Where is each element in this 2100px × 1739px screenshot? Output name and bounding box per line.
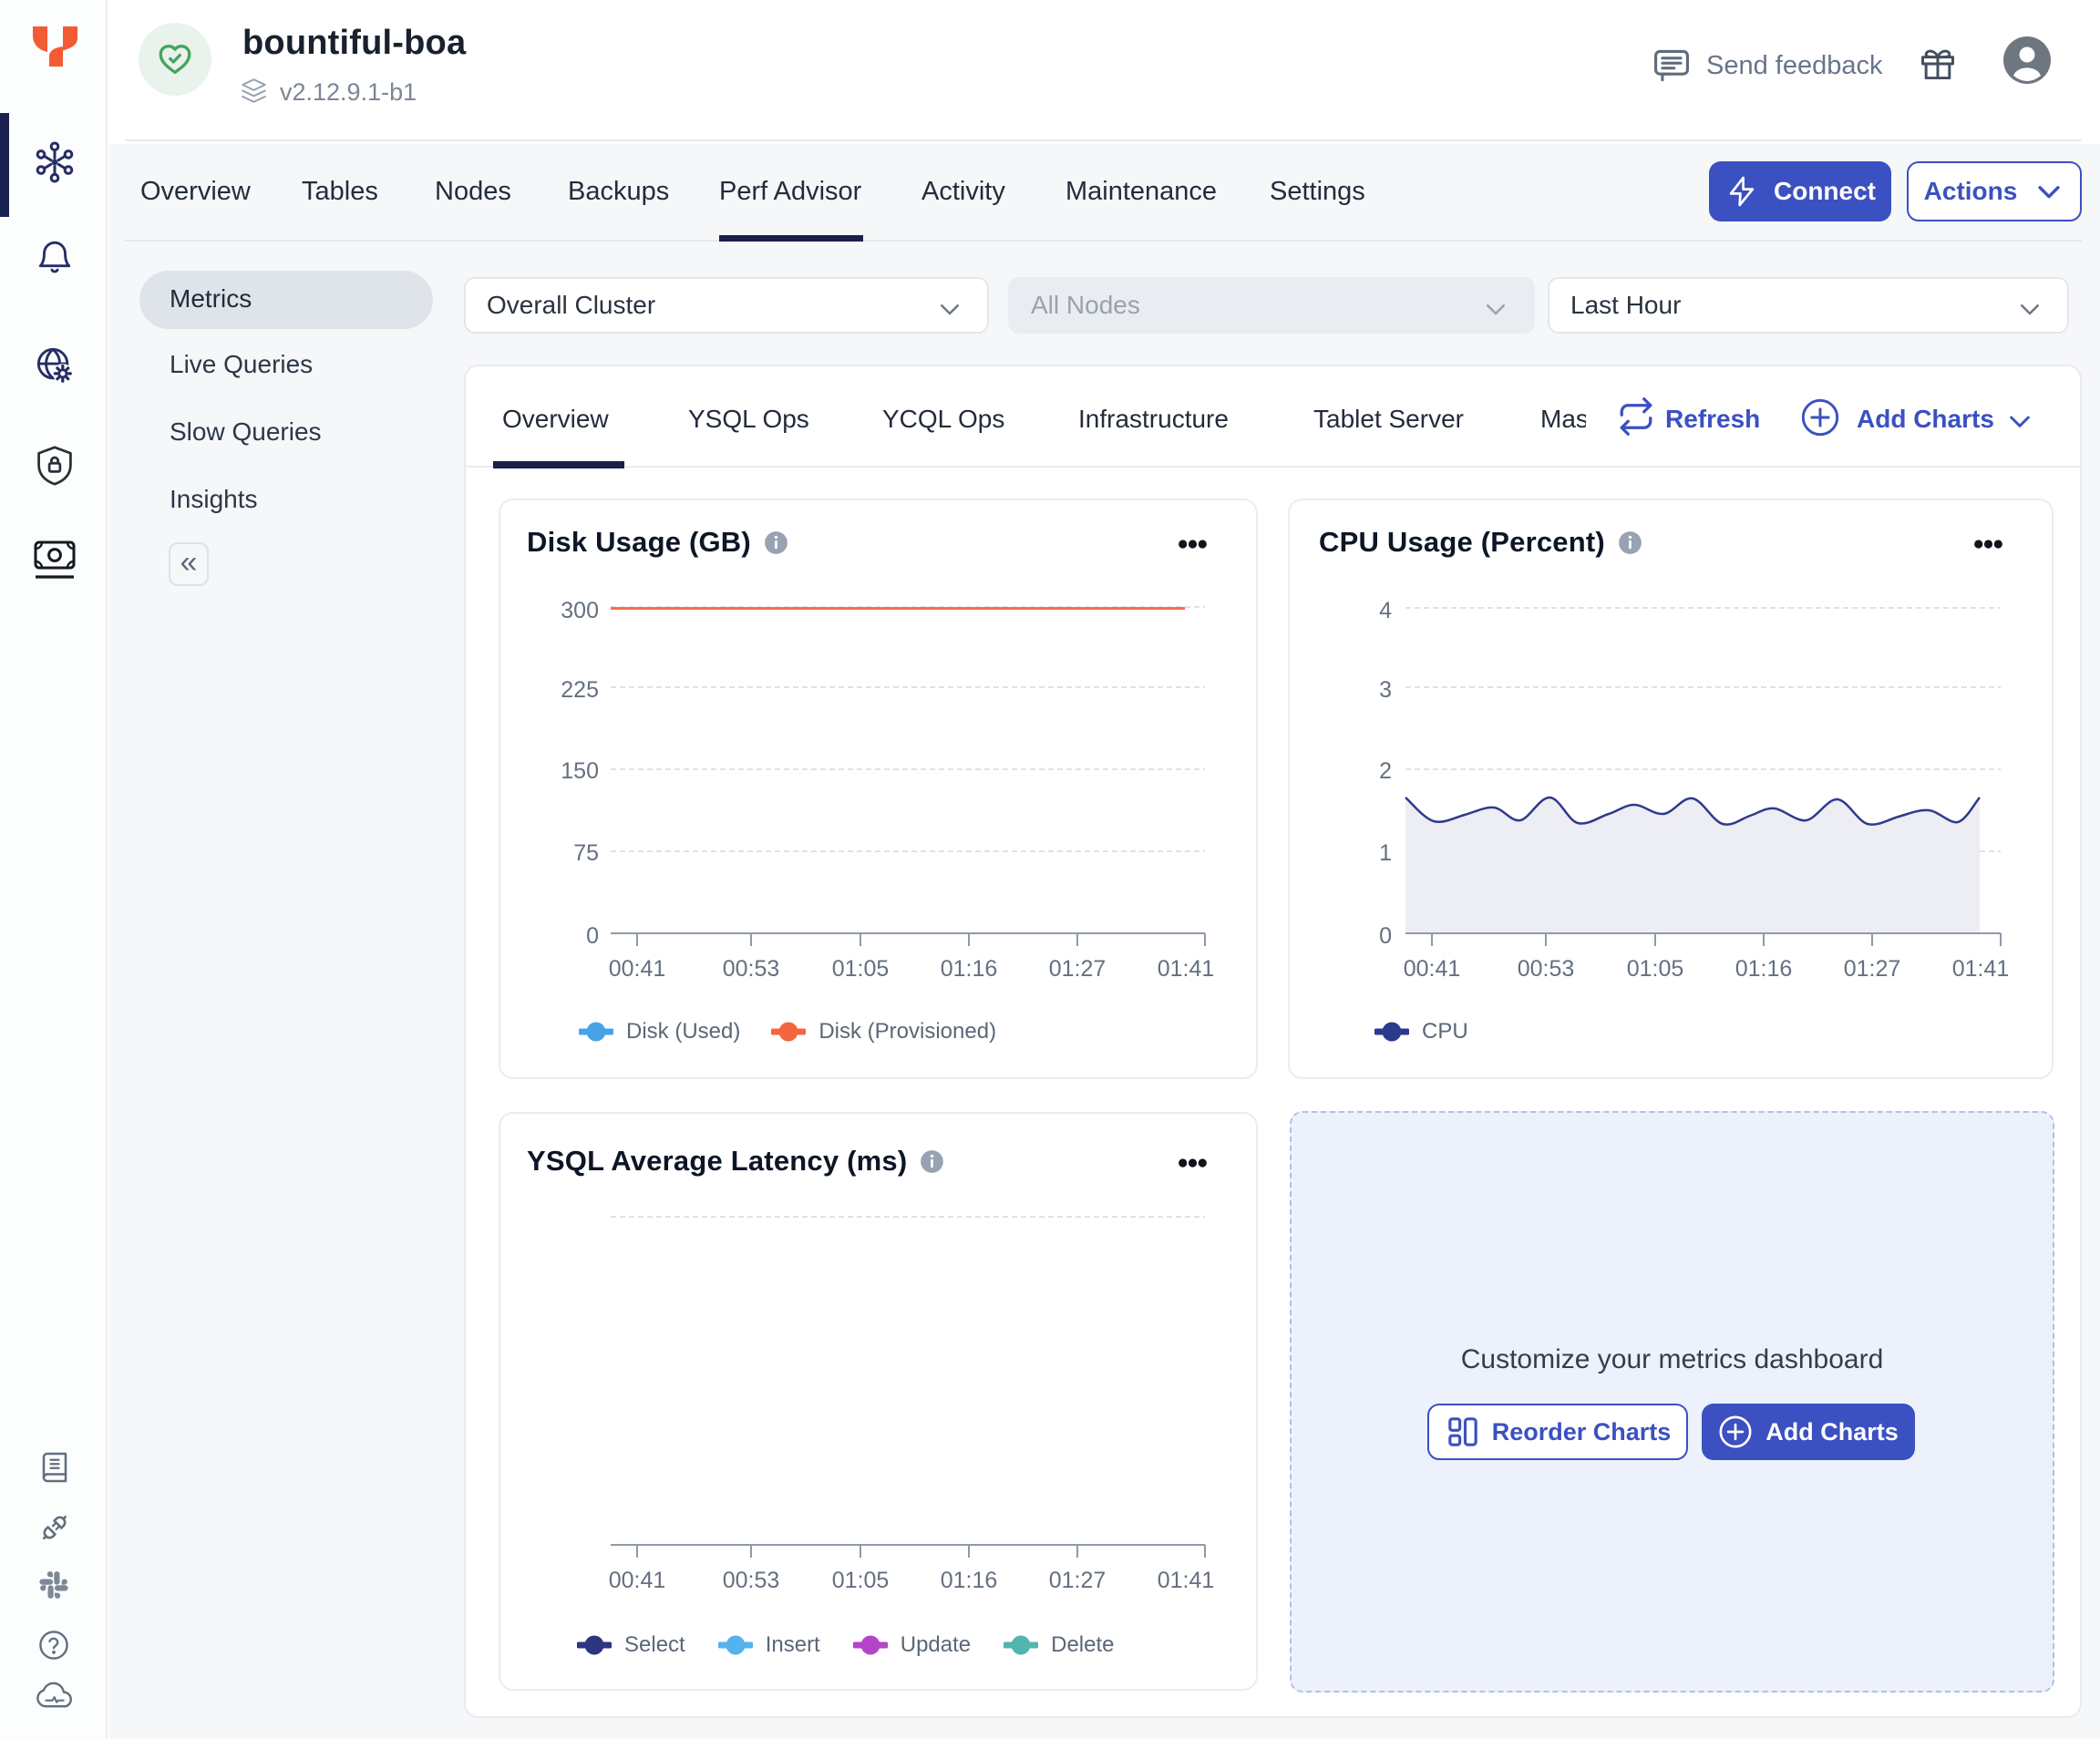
svg-text:01:27: 01:27: [1049, 1568, 1107, 1593]
svg-text:0: 0: [1379, 923, 1392, 949]
svg-text:00:53: 00:53: [723, 956, 780, 982]
svg-text:75: 75: [573, 840, 599, 866]
svg-text:01:41: 01:41: [1158, 956, 1215, 982]
svg-text:4: 4: [1379, 598, 1392, 623]
svg-text:01:16: 01:16: [1735, 956, 1793, 982]
svg-text:150: 150: [561, 758, 599, 784]
svg-text:00:53: 00:53: [723, 1568, 780, 1593]
svg-text:00:41: 00:41: [609, 1568, 666, 1593]
svg-text:01:05: 01:05: [832, 956, 890, 982]
svg-text:00:53: 00:53: [1518, 956, 1575, 982]
svg-text:01:05: 01:05: [1627, 956, 1684, 982]
svg-text:01:05: 01:05: [832, 1568, 890, 1593]
svg-text:00:41: 00:41: [609, 956, 666, 982]
svg-text:01:41: 01:41: [1952, 956, 2010, 982]
svg-text:01:16: 01:16: [941, 1568, 998, 1593]
svg-text:01:41: 01:41: [1158, 1568, 1215, 1593]
svg-text:01:27: 01:27: [1049, 956, 1107, 982]
svg-text:01:27: 01:27: [1844, 956, 1901, 982]
svg-text:00:41: 00:41: [1404, 956, 1461, 982]
svg-text:1: 1: [1379, 840, 1392, 866]
svg-text:225: 225: [561, 677, 599, 703]
svg-text:3: 3: [1379, 677, 1392, 703]
svg-text:2: 2: [1379, 758, 1392, 784]
svg-text:300: 300: [561, 598, 599, 623]
svg-text:01:16: 01:16: [941, 956, 998, 982]
svg-text:0: 0: [586, 923, 599, 949]
